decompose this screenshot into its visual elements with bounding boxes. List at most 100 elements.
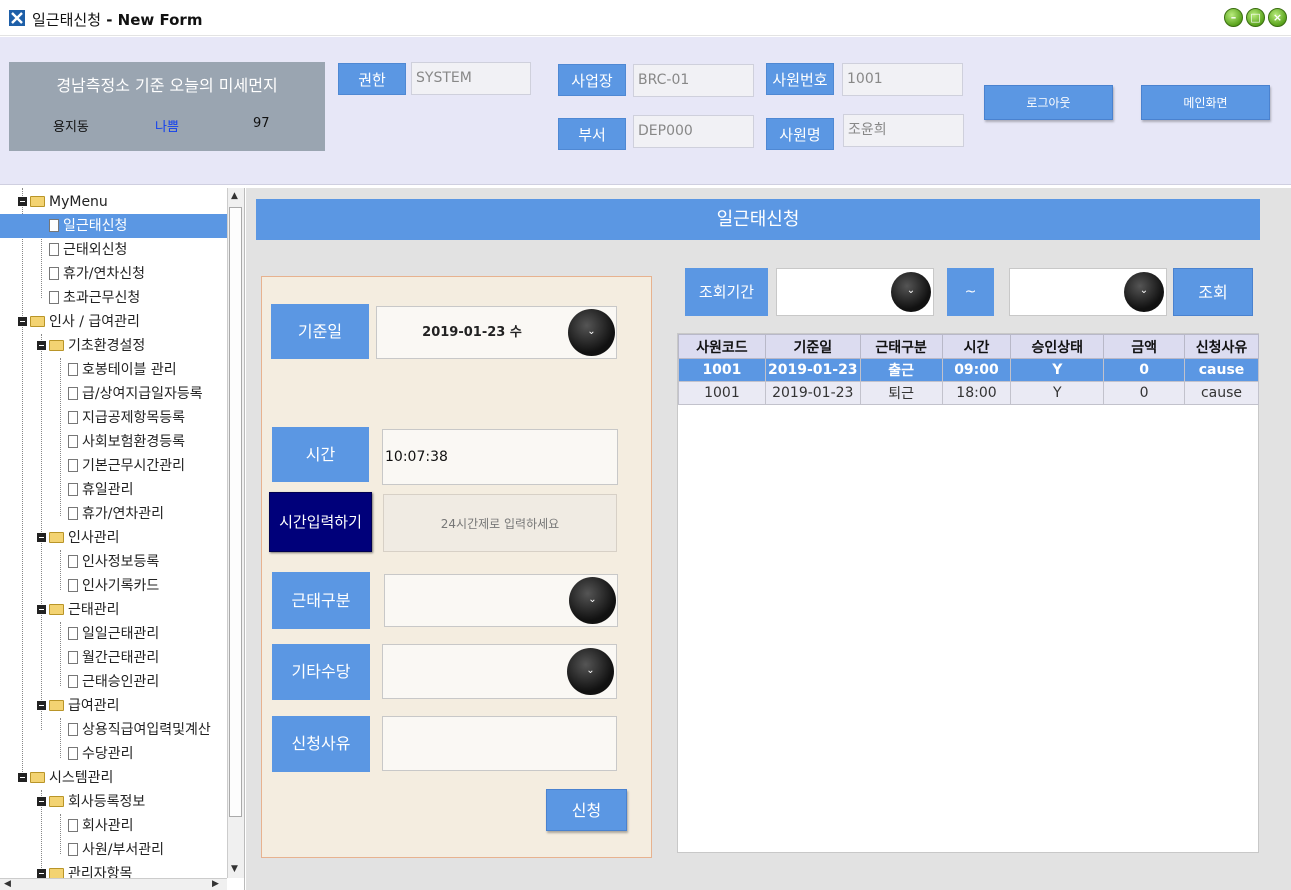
document-icon: [68, 410, 78, 424]
tree-item[interactable]: 인사기록카드: [56, 574, 159, 598]
tree-item-label: 사회보험환경등록: [82, 434, 186, 450]
tree-folder[interactable]: 급여관리: [37, 694, 120, 718]
tree-item[interactable]: 휴가/연차관리: [56, 502, 164, 526]
tree-item[interactable]: 일근태신청: [0, 214, 227, 238]
logout-button[interactable]: 로그아웃: [984, 85, 1113, 120]
tree-folder[interactable]: 인사 / 급여관리: [18, 310, 140, 334]
tree-item[interactable]: 호봉테이블 관리: [56, 358, 177, 382]
tree-folder[interactable]: 기초환경설정: [37, 334, 145, 358]
document-icon: [68, 482, 78, 496]
tree-folder[interactable]: 회사등록정보: [37, 790, 145, 814]
fine-dust-title: 경남측정소 기준 오늘의 미세먼지: [56, 76, 278, 95]
tree-item-label: 근태관리: [68, 602, 120, 618]
table-cell: 2019-01-23: [764, 358, 861, 382]
chevron-down-icon[interactable]: ⌄: [891, 272, 931, 312]
tree-item[interactable]: 상용직급여입력및계산: [56, 718, 211, 742]
collapse-icon[interactable]: [37, 796, 46, 806]
column-header[interactable]: 승인상태: [1010, 334, 1105, 359]
tree-item[interactable]: 사회보험환경등록: [56, 430, 185, 454]
tree-item[interactable]: 회사관리: [56, 814, 134, 838]
collapse-icon[interactable]: [37, 532, 46, 542]
table-cell: 0: [1103, 358, 1186, 382]
attendance-type-select[interactable]: ⌄: [384, 574, 618, 627]
scroll-down-icon[interactable]: ▼: [231, 864, 238, 874]
tree-item[interactable]: 일일근태관리: [56, 622, 159, 646]
minimize-icon[interactable]: –: [1224, 8, 1243, 27]
tree-folder[interactable]: 인사관리: [37, 526, 120, 550]
reason-input[interactable]: [382, 716, 617, 771]
table-cell: 2019-01-23: [764, 381, 861, 405]
tree-folder[interactable]: MyMenu: [18, 190, 108, 214]
collapse-icon[interactable]: [37, 604, 46, 614]
column-header[interactable]: 금액: [1103, 334, 1186, 359]
column-header[interactable]: 근태구분: [859, 334, 943, 359]
tree-item[interactable]: 기본근무시간관리: [56, 454, 185, 478]
allowance-select[interactable]: ⌄: [382, 644, 617, 699]
scroll-up-icon[interactable]: ▲: [231, 191, 238, 201]
table-cell: 1001: [678, 381, 766, 405]
main-screen-button[interactable]: 메인화면: [1141, 85, 1270, 120]
tree-item[interactable]: 급/상여지급일자등록: [56, 382, 203, 406]
document-icon: [68, 842, 78, 856]
document-icon: [68, 506, 78, 520]
column-header[interactable]: 기준일: [764, 334, 861, 359]
column-header[interactable]: 시간: [941, 334, 1012, 359]
collapse-icon[interactable]: [18, 772, 27, 782]
folder-icon: [30, 195, 45, 207]
collapse-icon[interactable]: [37, 868, 46, 878]
tree-item[interactable]: 휴일관리: [56, 478, 134, 502]
collapse-icon[interactable]: [18, 196, 27, 206]
period-separator: ~: [947, 268, 994, 316]
chevron-down-icon[interactable]: ⌄: [567, 648, 614, 695]
table-header-row: 사원코드 기준일 근태구분 시간 승인상태 금액 신청사유: [678, 334, 1259, 359]
tree-item[interactable]: 인사정보등록: [56, 550, 159, 574]
tree-item-label: 일근태신청: [63, 218, 128, 234]
table-row[interactable]: 1001 2019-01-23 출근 09:00 Y 0 cause: [678, 358, 1259, 382]
chevron-down-icon[interactable]: ⌄: [568, 309, 615, 356]
period-end-date[interactable]: ⌄: [1009, 268, 1167, 316]
emp-no-field: 1001: [842, 63, 963, 96]
app-icon: [9, 10, 25, 26]
tree-item[interactable]: 초과근무신청: [37, 286, 140, 310]
tree-scroll-thumb[interactable]: [229, 207, 242, 817]
search-button[interactable]: 조회: [1173, 268, 1253, 316]
tree-item[interactable]: 수당관리: [56, 742, 134, 766]
document-icon: [49, 266, 59, 280]
time-input[interactable]: 10:07:38: [382, 429, 618, 485]
chevron-down-icon[interactable]: ⌄: [1124, 272, 1164, 312]
column-header[interactable]: 사원코드: [678, 334, 766, 359]
chevron-down-icon[interactable]: ⌄: [569, 577, 616, 624]
table-row[interactable]: 1001 2019-01-23 퇴근 18:00 Y 0 cause: [678, 381, 1259, 405]
collapse-icon[interactable]: [37, 340, 46, 350]
period-start-date[interactable]: ⌄: [776, 268, 934, 316]
submit-button[interactable]: 신청: [546, 789, 627, 831]
collapse-icon[interactable]: [37, 700, 46, 710]
tree-item-label: 관리자항목: [68, 866, 133, 878]
base-date-picker[interactable]: 2019-01-23 수 ⌄: [376, 306, 617, 359]
document-icon: [68, 434, 78, 448]
tree-item-label: 일일근태관리: [82, 626, 160, 642]
document-icon: [68, 674, 78, 688]
folder-icon: [49, 699, 64, 711]
tree-folder[interactable]: 시스템관리: [18, 766, 113, 790]
tree-item[interactable]: 휴가/연차신청: [37, 262, 145, 286]
tree-folder[interactable]: 근태관리: [37, 598, 120, 622]
document-icon: [68, 554, 78, 568]
tree-item[interactable]: 근태외신청: [37, 238, 127, 262]
tree-folder[interactable]: 관리자항목: [37, 862, 132, 878]
tree-item[interactable]: 지급공제항목등록: [56, 406, 185, 430]
scroll-left-icon[interactable]: ◀: [4, 879, 11, 889]
column-header[interactable]: 신청사유: [1184, 334, 1259, 359]
collapse-icon[interactable]: [18, 316, 27, 326]
tree-horizontal-scrollbar[interactable]: ◀ ▶: [0, 878, 227, 890]
tree-item-label: 인사정보등록: [82, 554, 160, 570]
time-input-button[interactable]: 시간입력하기: [269, 492, 372, 552]
maximize-icon[interactable]: □: [1246, 8, 1265, 27]
tree-item[interactable]: 근태승인관리: [56, 670, 159, 694]
scroll-right-icon[interactable]: ▶: [212, 879, 219, 889]
tree-item[interactable]: 월간근태관리: [56, 646, 159, 670]
table-cell: cause: [1184, 381, 1259, 405]
tree-item[interactable]: 사원/부서관리: [56, 838, 164, 862]
close-icon[interactable]: ×: [1268, 8, 1287, 27]
tree-item-label: MyMenu: [49, 194, 108, 210]
